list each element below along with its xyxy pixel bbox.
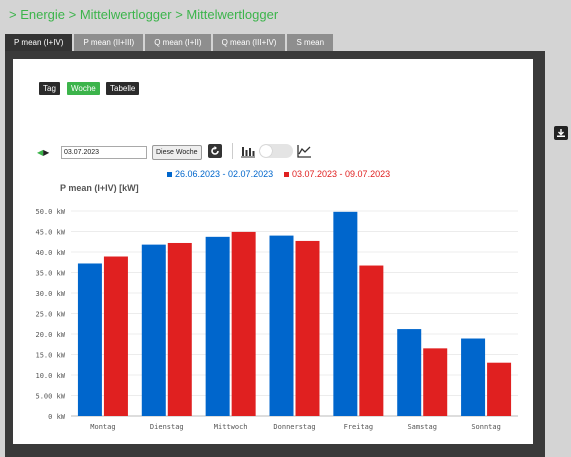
- y-tick-label: 40.0 kW: [35, 249, 65, 257]
- bar-1-montag: [77, 263, 102, 416]
- bar-1-sonntag: [461, 338, 486, 416]
- x-tick-label: Dienstag: [150, 423, 184, 431]
- tab-bar: P mean (I+IV) P mean (II+III) Q mean (I+…: [5, 34, 335, 51]
- x-tick-label: Sonntag: [471, 423, 501, 431]
- y-tick-label: 20.0 kW: [35, 331, 65, 339]
- legend-item-series-2[interactable]: 03.07.2023 - 09.07.2023: [284, 169, 390, 179]
- x-tick-label: Montag: [90, 423, 115, 431]
- y-tick-label: 10.0 kW: [35, 372, 65, 380]
- y-tick-label: 30.0 kW: [35, 290, 65, 298]
- tab-s-mean[interactable]: S mean: [287, 34, 334, 51]
- tab-p-mean-ii-iii[interactable]: P mean (II+III): [74, 34, 144, 51]
- legend-swatch: [284, 172, 289, 178]
- y-tick-label: 0 kW: [48, 413, 66, 421]
- bar-2-sonntag: [487, 362, 512, 416]
- x-tick-label: Mittwoch: [214, 423, 248, 431]
- right-sidebar: [545, 51, 571, 457]
- y-axis-title: P mean (I+IV) [kW]: [60, 183, 139, 193]
- day-view-button[interactable]: Tag: [39, 82, 60, 95]
- bar-chart-icon[interactable]: [241, 144, 255, 163]
- next-arrow-icon[interactable]: ▶: [43, 148, 49, 157]
- bar-2-freitag: [359, 265, 384, 416]
- y-tick-label: 5.00 kW: [35, 393, 65, 401]
- bar-2-donnerstag: [295, 240, 320, 416]
- date-navigation[interactable]: ◀▶: [37, 148, 49, 157]
- this-week-button[interactable]: Diese Woche: [152, 145, 202, 160]
- toolbar-divider: [232, 143, 233, 159]
- chart-type-toggle[interactable]: [259, 144, 293, 158]
- y-tick-label: 25.0 kW: [35, 311, 65, 319]
- x-tick-label: Samstag: [407, 423, 437, 431]
- y-tick-label: 35.0 kW: [35, 270, 65, 278]
- tab-q-mean-iii-iv[interactable]: Q mean (III+IV): [212, 34, 286, 51]
- legend-swatch: [167, 172, 172, 178]
- y-tick-label: 45.0 kW: [35, 229, 65, 237]
- tab-q-mean-i-ii[interactable]: Q mean (I+II): [145, 34, 211, 51]
- bar-1-dienstag: [141, 244, 166, 416]
- refresh-icon[interactable]: [208, 144, 222, 158]
- bar-2-samstag: [423, 348, 448, 416]
- bar-2-montag: [103, 256, 128, 416]
- bar-1-samstag: [397, 329, 422, 416]
- legend-label: 03.07.2023 - 09.07.2023: [292, 169, 391, 179]
- y-tick-label: 50.0 kW: [35, 208, 65, 216]
- bar-1-mittwoch: [205, 236, 230, 416]
- bar-chart: 0 kW 5.00 kW 10.0 kW 15.0 kW 20.0 kW 25.0 kW 3…: [35, 208, 518, 431]
- x-tick-label: Donnerstag: [273, 423, 315, 431]
- toggle-knob: [260, 145, 272, 157]
- x-tick-label: Freitag: [344, 423, 374, 431]
- table-view-button[interactable]: Tabelle: [106, 82, 140, 95]
- bar-1-freitag: [333, 211, 358, 416]
- legend-item-series-1[interactable]: 26.06.2023 - 02.07.2023: [167, 169, 273, 179]
- bar-2-dienstag: [167, 242, 192, 416]
- legend-label: 26.06.2023 - 02.07.2023: [175, 169, 274, 179]
- download-icon[interactable]: [554, 126, 568, 140]
- date-field[interactable]: 03.07.2023: [61, 146, 147, 159]
- week-view-button[interactable]: Woche: [67, 82, 100, 95]
- breadcrumb: > Energie > Mittelwertlogger > Mittelwer…: [9, 7, 279, 22]
- tab-p-mean-i-iv[interactable]: P mean (I+IV): [5, 34, 73, 51]
- line-chart-icon[interactable]: [297, 144, 311, 163]
- bar-2-mittwoch: [231, 231, 256, 416]
- y-tick-label: 15.0 kW: [35, 352, 65, 360]
- bar-1-donnerstag: [269, 235, 294, 416]
